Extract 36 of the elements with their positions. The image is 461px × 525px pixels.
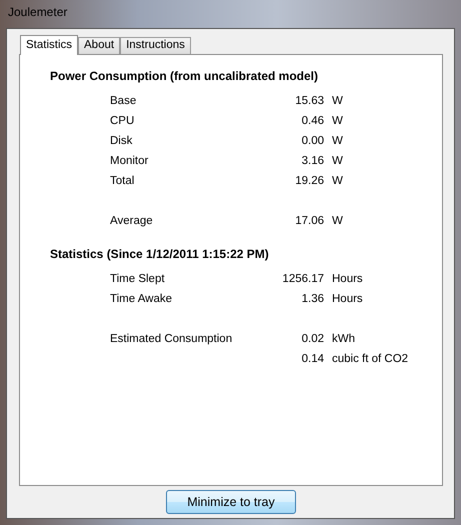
- stat-value: 0.02: [300, 333, 324, 345]
- stat-value: 19.26: [294, 175, 324, 187]
- window-title: Joulemeter: [7, 4, 68, 21]
- stat-unit: Hours: [331, 273, 363, 285]
- stat-value: 17.06: [294, 215, 324, 227]
- stat-unit: W: [331, 215, 343, 227]
- stat-unit: W: [331, 95, 343, 107]
- stat-label: Time Awake: [110, 293, 172, 305]
- stat-unit: cubic ft of CO2: [331, 353, 408, 365]
- section-heading: Power Consumption (from uncalibrated model): [50, 69, 320, 85]
- section-heading: Statistics (Since 1/12/2011 1:15:22 PM): [50, 247, 270, 263]
- tab[interactable]: Statistics: [20, 35, 78, 55]
- stat-unit: W: [331, 175, 343, 187]
- stat-value: 15.63: [294, 95, 324, 107]
- stat-unit: kWh: [331, 333, 355, 345]
- tab[interactable]: Instructions: [120, 37, 191, 54]
- stat-unit: W: [331, 115, 343, 127]
- stat-unit: W: [331, 155, 343, 167]
- stat-label: Estimated Consumption: [110, 333, 232, 345]
- stat-label: Base: [110, 95, 136, 107]
- stat-value: 0.00: [300, 135, 324, 147]
- stat-label: Total: [110, 175, 134, 187]
- minimize-button[interactable]: Minimize to tray: [166, 490, 296, 514]
- stat-value: 1256.17: [281, 273, 324, 285]
- stat-value: 1.36: [300, 293, 324, 305]
- stat-value: 0.46: [300, 115, 324, 127]
- stat-unit: Hours: [331, 293, 363, 305]
- stat-label: Monitor: [110, 155, 148, 167]
- stat-label: Time Slept: [110, 273, 165, 285]
- stat-label: CPU: [110, 115, 134, 127]
- stat-unit: W: [331, 135, 343, 147]
- stat-value: 3.16: [300, 155, 324, 167]
- tab[interactable]: About: [78, 37, 120, 54]
- stat-value: 0.14: [300, 353, 324, 365]
- stat-label: Disk: [110, 135, 132, 147]
- stat-label: Average: [110, 215, 153, 227]
